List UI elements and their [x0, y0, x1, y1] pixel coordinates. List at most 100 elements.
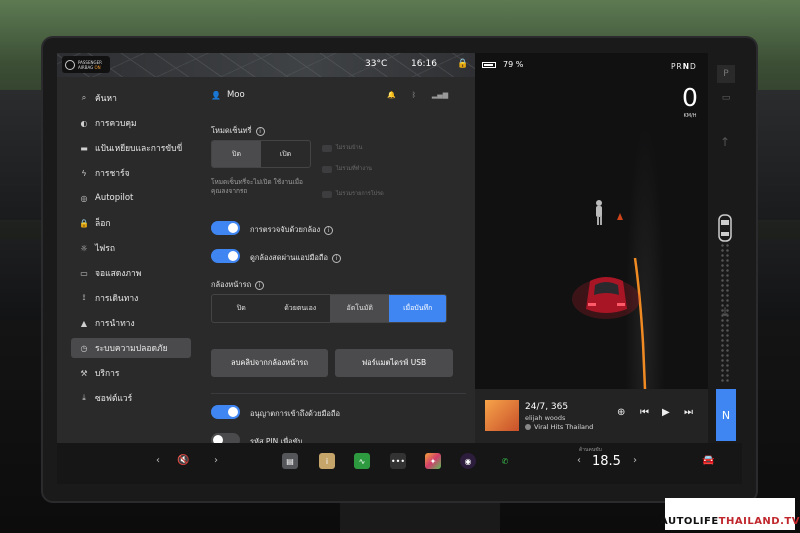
park-button[interactable]: P — [717, 65, 735, 83]
header-icons: 🔔 ᛒ ▂▄▆ — [387, 91, 448, 99]
volume-mute-icon[interactable]: 🔇 — [177, 455, 189, 466]
info-icon[interactable]: i — [324, 225, 334, 235]
dashcam-manual-option[interactable]: ด้วยตนเอง — [271, 295, 330, 322]
chevron-right-icon[interactable]: › — [214, 455, 218, 466]
sidebar-item-safety[interactable]: ◷ ระบบความปลอดภัย — [71, 338, 191, 358]
app-more-icon[interactable]: ••• — [390, 453, 406, 469]
track-title: 24/7, 365 — [525, 402, 569, 412]
play-icon[interactable]: ▶ — [662, 407, 670, 418]
exclude-work-option: ไม่รวมที่ทำงาน — [322, 165, 372, 173]
airbag-icon — [65, 59, 75, 70]
gear-strip: P ▭ ↑ ↓ N — [708, 53, 742, 443]
settings-sidebar: ⌕ ค้นหา ◐ การควบคุม ▬ แป้นเหยียบและการขับขี… — [57, 77, 202, 443]
temp-down-chevron-icon[interactable]: ‹ — [577, 455, 581, 466]
sentry-mode-selector: ปิด เปิด — [211, 140, 311, 168]
delete-dashcam-clips-button[interactable]: ลบคลิปจากกล้องหน้ารถ — [211, 349, 328, 377]
sidebar-item-trips[interactable]: ⟟ การเดินทาง — [71, 288, 191, 308]
dashcam-title: กล้องหน้ารถ i — [211, 279, 265, 291]
camera-detection-toggle[interactable] — [211, 221, 240, 235]
sidebar-item-charging[interactable]: ϟ การชาร์จ — [71, 163, 191, 183]
sentry-off-option[interactable]: ปิด — [212, 141, 261, 167]
info-icon[interactable]: i — [255, 126, 265, 136]
checkbox — [322, 144, 332, 152]
bottom-dock: ‹ 🔇 › ▤ i ∿ ••• ✦ ◉ ✆ ‹ ด้านคนขับ 18.5 ›… — [57, 443, 742, 484]
sidebar-item-label: จอแสดงภาพ — [95, 269, 142, 279]
sentry-mode-title: โหมดเซ็นทรี่ i — [211, 125, 265, 137]
sentry-on-option[interactable]: เปิด — [261, 141, 310, 167]
search-icon: ⌕ — [81, 93, 87, 102]
bell-icon[interactable]: 🔔 — [387, 91, 396, 99]
media-source: Viral Hits Thailand — [525, 423, 593, 431]
bluetooth-icon[interactable]: ᛒ — [412, 91, 416, 99]
dashcam-selector: ปิด ด้วยตนเอง อัตโนมัติ เมื่อบันทึก — [211, 294, 447, 323]
arrow-up-icon: ↑ — [720, 135, 731, 149]
sidebar-item-search[interactable]: ⌕ ค้นหา — [71, 88, 191, 108]
live-view-label: ดูกล้องสดผ่านแอปมือถือ i — [250, 252, 341, 264]
live-view-toggle[interactable] — [211, 249, 240, 263]
airbag-state: ON — [94, 64, 101, 70]
media-player: 24/7, 365 elijah woods Viral Hits Thaila… — [475, 389, 708, 443]
sidebar-item-lights[interactable]: ☼ ไฟรถ — [71, 238, 191, 258]
airbag-line2: AIRBAG — [78, 64, 94, 70]
track-artist: elijah woods — [525, 414, 566, 422]
dashcam-on-record-option[interactable]: เมื่อบันทึก — [389, 295, 446, 322]
safety-icon: ◷ — [80, 343, 88, 353]
temp-up-chevron-icon[interactable]: › — [633, 455, 637, 466]
info-icon[interactable]: i — [255, 280, 265, 290]
sidebar-item-pedals[interactable]: ▬ แป้นเหยียบและการขับขี่ — [71, 138, 191, 158]
sentry-description: โหมดเซ็นทรี่จะไม่เปิด ใช้งานเมื่อ คุณลงจา… — [211, 178, 303, 195]
lock-icon: 🔒 — [79, 218, 89, 228]
airbag-indicator: PASSENGER AIRBAG ON — [62, 56, 110, 73]
format-usb-button[interactable]: ฟอร์แมตไดรฟ์ USB — [335, 349, 453, 377]
add-favorite-icon[interactable]: ⊕ — [617, 407, 625, 418]
car-topview-icon[interactable] — [716, 213, 734, 243]
sidebar-item-label: ระบบความปลอดภัย — [95, 344, 168, 354]
sidebar-item-software[interactable]: ⤓ ซอฟต์แวร์ — [71, 388, 191, 408]
album-art[interactable] — [485, 400, 519, 431]
sidebar-item-display[interactable]: ▭ จอแสดงภาพ — [71, 263, 191, 283]
sidebar-item-label: บริการ — [95, 369, 120, 379]
next-track-icon[interactable]: ⏭ — [684, 407, 693, 418]
user-profile[interactable]: 👤 Moo — [211, 90, 245, 100]
checkbox — [322, 190, 332, 198]
dashcam-auto-option[interactable]: อัตโนมัติ — [329, 295, 390, 322]
app-dashcam-icon[interactable]: ▤ — [282, 453, 298, 469]
neutral-indicator[interactable]: N — [716, 389, 736, 441]
camera-detection-label: การตรวจจับด้วยกล้อง i — [250, 224, 334, 236]
sidebar-item-label: การนำทาง — [95, 319, 135, 329]
chevron-left-icon[interactable]: ‹ — [156, 455, 160, 466]
checkbox — [322, 165, 332, 173]
sidebar-item-label: การเดินทาง — [95, 294, 139, 304]
previous-track-icon[interactable]: ⏮ — [640, 407, 649, 418]
sidebar-item-autopilot[interactable]: ◎ Autopilot — [71, 188, 191, 208]
sidebar-item-label: การชาร์จ — [95, 169, 130, 179]
sidebar-item-controls[interactable]: ◐ การควบคุม — [71, 113, 191, 133]
road-scene — [572, 200, 647, 389]
sidebar-item-label: ล็อก — [95, 219, 111, 229]
phone-access-toggle[interactable] — [211, 405, 240, 419]
phone-icon[interactable]: ✆ — [497, 453, 513, 469]
lte-signal-icon: ▂▄▆ — [431, 91, 449, 99]
app-energy-icon[interactable]: ∿ — [354, 453, 370, 469]
lock-icon[interactable]: 🔒 — [457, 59, 468, 69]
app-toybox-icon[interactable]: ✦ — [425, 453, 441, 469]
steering-icon: ◎ — [80, 193, 88, 203]
clock: 16:16 — [411, 59, 437, 69]
user-icon: 👤 — [211, 90, 221, 100]
cabin-temperature[interactable]: 18.5 — [592, 454, 621, 469]
watermark-logo: AUTOLIFETHAILAND.TV — [660, 498, 799, 530]
exclude-home-option: ไม่รวมบ้าน — [322, 144, 362, 152]
dashcam-off-option[interactable]: ปิด — [212, 295, 271, 322]
sidebar-item-service[interactable]: ⚒ บริการ — [71, 363, 191, 383]
info-icon[interactable]: i — [331, 253, 341, 263]
sidebar-item-locks[interactable]: 🔒 ล็อก — [71, 213, 191, 233]
sidebar-item-navigation[interactable]: ▲ การนำทาง — [71, 313, 191, 333]
app-manual-icon[interactable]: i — [319, 453, 335, 469]
sidebar-item-label: ไฟรถ — [95, 244, 116, 254]
app-camera-icon[interactable]: ◉ — [460, 453, 476, 469]
lane-line — [633, 257, 647, 389]
cabin-label: ด้านคนขับ — [579, 447, 602, 453]
car-icon[interactable]: 🚘 — [702, 455, 714, 466]
sidebar-item-label: การควบคุม — [95, 119, 137, 129]
exclude-favorites-option: ไม่รวมรายการโปรด — [322, 190, 384, 198]
